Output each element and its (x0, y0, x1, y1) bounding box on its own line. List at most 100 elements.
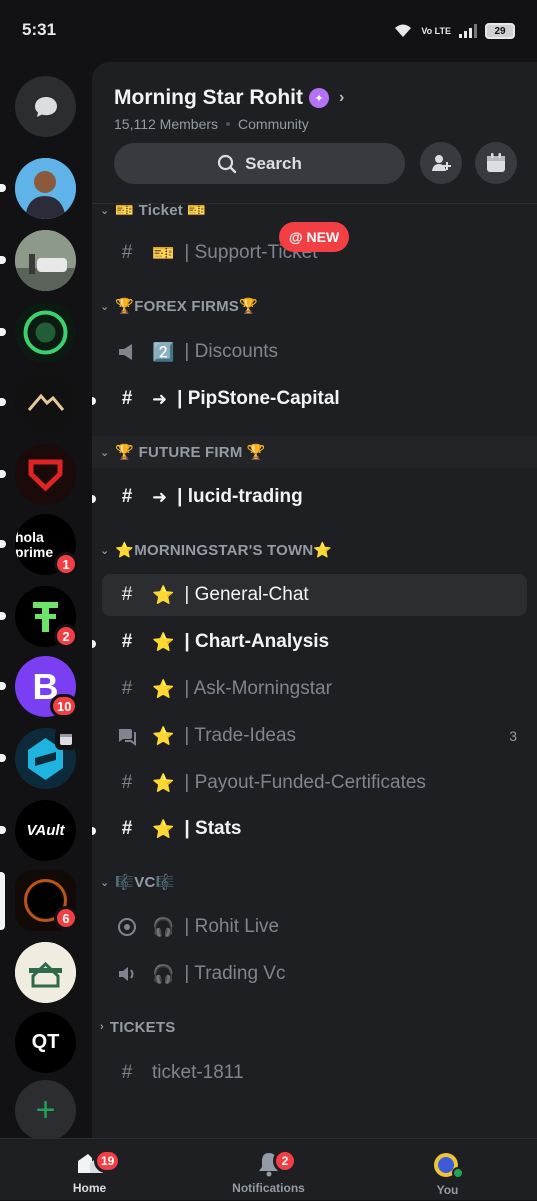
channel-emoji: 🎧 (152, 916, 175, 937)
channel-trading-vc[interactable]: 🎧 | Trading Vc (102, 953, 527, 995)
channel-stats[interactable]: # ⭐ | Stats (102, 808, 527, 850)
chevron-right-icon: › (338, 89, 345, 106)
nav-home[interactable]: Home 19 (0, 1139, 179, 1201)
category-future-firm[interactable]: ⌄ 🏆 FUTURE FIRM 🏆 (92, 436, 537, 468)
locked-hashtag-icon: # (121, 1062, 133, 1083)
category-label: TICKETS (109, 1018, 176, 1036)
bottom-nav: Home 19 Notifications 2 You (0, 1138, 537, 1200)
channel-emoji: ⭐ (152, 725, 175, 746)
channel-name: | Discounts (184, 341, 279, 362)
status-time: 5:31 (22, 20, 57, 39)
channel-rohit-live[interactable]: 🎧 | Rohit Live (102, 906, 527, 948)
server-bmw[interactable] (15, 230, 76, 291)
search-label: Search (245, 153, 302, 173)
channel-discounts[interactable]: 2️⃣ | Discounts (102, 331, 527, 373)
channel-ticket-1811[interactable]: # ticket-1811 (102, 1052, 527, 1094)
server-red-shield[interactable] (15, 444, 76, 505)
server-name: Morning Star Rohit (114, 86, 303, 109)
meta-separator (226, 122, 231, 126)
channel-payout-funded-certificates[interactable]: # ⭐ | Payout-Funded-Certificates (102, 762, 527, 804)
post-count: 3 (509, 728, 517, 744)
locked-hashtag-icon: # (121, 486, 133, 507)
channel-pipstone-capital[interactable]: # ➜ | PipStone-Capital (102, 378, 527, 420)
nav-badge: 19 (94, 1149, 122, 1173)
server-house[interactable] (15, 942, 76, 1003)
speaker-icon (114, 961, 140, 987)
unread-indicator (0, 754, 6, 762)
megaphone-icon (114, 339, 140, 365)
server-qt[interactable]: QT (15, 1012, 76, 1073)
channel-name: | Trading Vc (184, 963, 286, 984)
category-tickets[interactable]: › TICKETS (92, 1011, 537, 1043)
add-server-button[interactable]: + (15, 1080, 76, 1141)
nav-label: Notifications (232, 1181, 305, 1195)
server-label: QT (31, 1031, 60, 1053)
server-profile[interactable] (15, 158, 76, 219)
unread-indicator (0, 328, 6, 336)
status-icons: Vo LTE 29 (393, 20, 515, 42)
server-meta: 15,112 Members Community (114, 116, 309, 132)
server-title[interactable]: Morning Star Rohit ✦ › (114, 86, 344, 110)
locked-hashtag-icon: # (121, 584, 133, 605)
unread-indicator (92, 495, 96, 503)
boost-icon: ✦ (308, 88, 329, 108)
channel-emoji: ⭐ (152, 678, 175, 699)
server-badge: 1 (54, 552, 78, 576)
unread-indicator (0, 256, 6, 264)
signal-icon (459, 24, 477, 38)
channel-general-chat[interactable]: # ⭐ | General-Chat (102, 574, 527, 616)
hashtag-icon: # (121, 388, 133, 409)
green-ring-icon (15, 302, 76, 363)
category-forex-firms[interactable]: ⌄ 🏆FOREX FIRMS🏆 (92, 290, 537, 322)
avatar-icon (433, 1153, 464, 1179)
unread-indicator (0, 682, 6, 690)
server-vault[interactable]: VAult (15, 800, 76, 861)
unread-indicator (92, 397, 96, 405)
status-bar: 5:31 Vo LTE 29 (0, 0, 537, 62)
channel-emoji: ⭐ (152, 631, 175, 652)
invite-button[interactable] (420, 142, 462, 184)
channel-name: | Trade-Ideas (184, 725, 297, 746)
category-label: ⭐MORNINGSTAR'S TOWN⭐ (115, 542, 333, 559)
chevron-down-icon: ⌄ (100, 544, 110, 557)
server-label: VAult (26, 822, 65, 839)
channel-emoji: ⭐ (152, 772, 175, 793)
channel-ask-morningstar[interactable]: # ⭐ | Ask-Morningstar (102, 668, 527, 710)
channel-trade-ideas[interactable]: ⭐ | Trade-Ideas 3 (102, 715, 527, 757)
channel-emoji: ➜ (152, 388, 168, 409)
category-label: 🏆 FUTURE FIRM 🏆 (115, 444, 266, 461)
server-badge: 2 (54, 624, 78, 648)
channel-emoji: 🎧 (152, 963, 175, 984)
unread-indicator (92, 640, 96, 648)
channel-name: | Stats (184, 818, 242, 839)
hashtag-icon: # (121, 242, 133, 263)
house-logo-icon (15, 942, 76, 1003)
channel-lucid-trading[interactable]: # ➜ | lucid-trading (102, 476, 527, 518)
hashtag-icon: # (121, 772, 133, 793)
profile-avatar-icon (15, 158, 76, 219)
search-icon (218, 154, 237, 173)
nav-notifications[interactable]: Notifications 2 (179, 1139, 358, 1201)
event-icon (55, 728, 77, 750)
channel-name: | Chart-Analysis (184, 631, 330, 652)
category-vc[interactable]: ⌄ 🎼VC🎼 (92, 866, 537, 898)
direct-messages-button[interactable] (15, 76, 76, 137)
nav-you[interactable]: You (358, 1139, 537, 1201)
server-mountain[interactable] (15, 372, 76, 433)
new-messages-badge[interactable]: @ NEW (279, 222, 350, 252)
battery-icon: 29 (485, 23, 515, 39)
channel-emoji: ➜ (152, 486, 168, 507)
channel-emoji: ⭐ (152, 818, 175, 839)
unread-indicator (0, 826, 6, 834)
server-badge: 6 (54, 906, 78, 930)
server-rail: hola prime 1 2 B 10 VAult 6 QT + (0, 62, 92, 1141)
events-button[interactable] (475, 142, 517, 184)
server-green-ring[interactable] (15, 302, 76, 363)
unread-indicator (92, 827, 96, 835)
unread-indicator (0, 398, 6, 406)
channel-name: | lucid-trading (177, 486, 303, 507)
channel-chart-analysis[interactable]: # ⭐ | Chart-Analysis (102, 621, 527, 663)
category-morningstars-town[interactable]: ⌄ ⭐MORNINGSTAR'S TOWN⭐ (92, 534, 537, 566)
search-button[interactable]: Search (114, 143, 405, 184)
unread-indicator (0, 470, 6, 478)
